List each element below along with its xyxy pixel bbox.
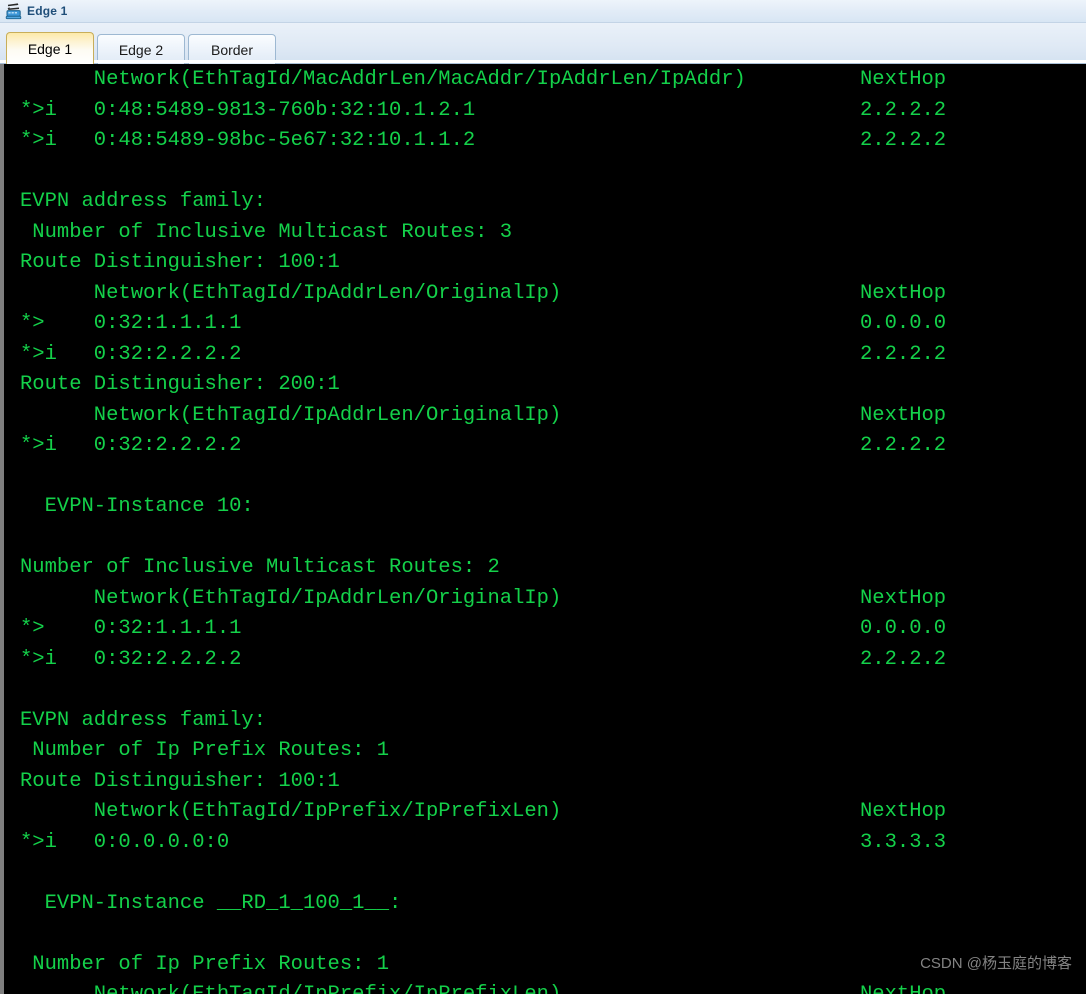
terminal-nexthop-value: NextHop	[860, 980, 946, 994]
terminal-line: Network(EthTagId/IpAddrLen/OriginalIp) Ne…	[20, 279, 1080, 310]
terminal-nexthop-value: 2.2.2.2	[860, 342, 947, 366]
terminal-nexthop-value: NextHop	[860, 800, 947, 823]
terminal-line: Number of Ip Prefix Routes: 1	[20, 736, 1080, 767]
terminal-line-text: Network(EthTagId/IpAddrLen/OriginalIp)	[20, 403, 562, 427]
title-bar: Edge 1	[0, 0, 1086, 23]
terminal-line-text: Network(EthTagId/IpPrefix/IpPrefixLen)	[20, 800, 562, 823]
terminal-line-text: Network(EthTagId/IpPrefix/IpPrefixLen)	[20, 983, 562, 994]
terminal-nexthop-value: 0.0.0.0	[860, 312, 947, 335]
terminal-line: Network(EthTagId/IpAddrLen/OriginalIp) Ne…	[20, 584, 1080, 615]
terminal-line: *> 0:32:1.1.1.1 0.0.0.0	[20, 309, 1080, 340]
terminal-line-text: *>i 0:32:2.2.2.2	[20, 342, 242, 366]
terminal-line: *>i 0:32:2.2.2.2 2.2.2.2	[20, 431, 1080, 462]
terminal-line: *>i 0:0.0.0.0:0 3.3.3.3	[20, 828, 1080, 859]
terminal-nexthop-value: NextHop	[860, 281, 947, 305]
tab-label: Border	[210, 41, 254, 58]
terminal-line-text: Number of Ip Prefix Routes: 1	[20, 739, 390, 762]
terminal-line-text: *>i 0:0.0.0.0:0	[20, 830, 230, 854]
terminal-line-text: *>i 0:32:2.2.2.2	[20, 647, 242, 671]
terminal-line: EVPN-Instance 10:	[20, 492, 1080, 523]
terminal-nexthop-value: 0.0.0.0	[860, 617, 947, 640]
terminal-line: *>i 0:32:2.2.2.2 2.2.2.2	[20, 645, 1080, 676]
terminal-nexthop-value: 2.2.2.2	[860, 98, 947, 122]
application-window: Edge 1 Edge 1 Edge 2 Border Network(EthT…	[0, 0, 1086, 994]
terminal-line: EVPN address family:	[20, 187, 1080, 218]
terminal-line-text: EVPN-Instance 10:	[20, 495, 254, 518]
terminal-line: *>i 0:32:2.2.2.2 2.2.2.2	[20, 340, 1080, 371]
terminal-line-text: *>i 0:48:5489-98bc-5e67:32:10.1.1.2	[20, 129, 476, 152]
tab-strip: Edge 1 Edge 2 Border	[0, 23, 1086, 64]
terminal-line: Network(EthTagId/IpPrefix/IpPrefixLen) Ne…	[20, 797, 1080, 828]
watermark: CSDN @杨玉庭的博客	[920, 955, 1072, 972]
terminal-line-text: EVPN address family:	[20, 708, 267, 732]
terminal-line-text: Number of Ip Prefix Routes: 1	[20, 952, 390, 976]
terminal-line: Network(EthTagId/IpPrefix/IpPrefixLen) Ne…	[20, 980, 1080, 994]
tab-strip-underline	[0, 60, 1086, 63]
terminal-line-text: Network(EthTagId/IpAddrLen/OriginalIp)	[20, 586, 562, 610]
tab-edge-1[interactable]: Edge 1	[6, 32, 94, 64]
terminal-line: EVPN address family:	[20, 706, 1080, 737]
terminal-nexthop-value: NextHop	[860, 403, 947, 427]
terminal-line-text: Network(EthTagId/MacAddrLen/MacAddr/IpAd…	[20, 68, 746, 91]
terminal-line: Route Distinguisher: 100:1	[20, 767, 1080, 798]
terminal-line-text: EVPN-Instance __RD_1_100_1__:	[20, 891, 402, 915]
terminal-nexthop-value: 3.3.3.3	[860, 830, 947, 854]
terminal-nexthop-value: 2.2.2.2	[860, 129, 947, 152]
terminal-line-text: *> 0:32:1.1.1.1	[20, 312, 242, 335]
terminal-line: *>i 0:48:5489-9813-760b:32:10.1.2.1 2.2.2…	[20, 96, 1080, 127]
terminal-output[interactable]: Network(EthTagId/MacAddrLen/MacAddr/IpAd…	[4, 64, 1086, 994]
terminal-line: Route Distinguisher: 200:1	[20, 370, 1080, 401]
terminal-line-text: EVPN address family:	[20, 190, 267, 213]
terminal-line: *>i 0:48:5489-98bc-5e67:32:10.1.1.2 2.2.2…	[20, 126, 1080, 157]
terminal-line: Number of Inclusive Multicast Routes: 2	[20, 553, 1080, 584]
terminal-line-text: Number of Inclusive Multicast Routes: 3	[20, 220, 513, 244]
terminal-line-text: Number of Inclusive Multicast Routes: 2	[20, 556, 500, 579]
terminal-line-container: Network(EthTagId/MacAddrLen/MacAddr/IpAd…	[20, 65, 1080, 994]
terminal-line-text: Route Distinguisher: 100:1	[20, 769, 340, 793]
terminal-nexthop-value: 2.2.2.2	[860, 647, 947, 671]
terminal-line-text: *>i 0:48:5489-9813-760b:32:10.1.2.1	[20, 98, 476, 122]
terminal-nexthop-value: 2.2.2.2	[860, 434, 947, 457]
router-device-icon	[5, 2, 23, 20]
tab-label: Edge 2	[118, 41, 164, 58]
terminal-frame: Network(EthTagId/MacAddrLen/MacAddr/IpAd…	[0, 64, 1086, 994]
terminal-line-text: Route Distinguisher: 200:1	[20, 373, 340, 396]
terminal-line-text: Route Distinguisher: 100:1	[20, 251, 340, 274]
terminal-line: *> 0:32:1.1.1.1 0.0.0.0	[20, 614, 1080, 645]
terminal-line: Network(EthTagId/MacAddrLen/MacAddr/IpAd…	[20, 65, 1080, 96]
terminal-nexthop-value: NextHop	[860, 586, 947, 610]
terminal-line-text: Network(EthTagId/IpAddrLen/OriginalIp)	[20, 281, 562, 305]
terminal-line: Number of Inclusive Multicast Routes: 3	[20, 218, 1080, 249]
window-title: Edge 1	[27, 4, 68, 18]
tab-label: Edge 1	[27, 40, 73, 57]
terminal-nexthop-value: NextHop	[860, 68, 947, 91]
terminal-line: EVPN-Instance __RD_1_100_1__:	[20, 889, 1080, 920]
terminal-line: Network(EthTagId/IpAddrLen/OriginalIp) Ne…	[20, 401, 1080, 432]
terminal-line: Route Distinguisher: 100:1	[20, 248, 1080, 279]
terminal-line-text: *> 0:32:1.1.1.1	[20, 617, 242, 640]
terminal-line-text: *>i 0:32:2.2.2.2	[20, 434, 242, 457]
